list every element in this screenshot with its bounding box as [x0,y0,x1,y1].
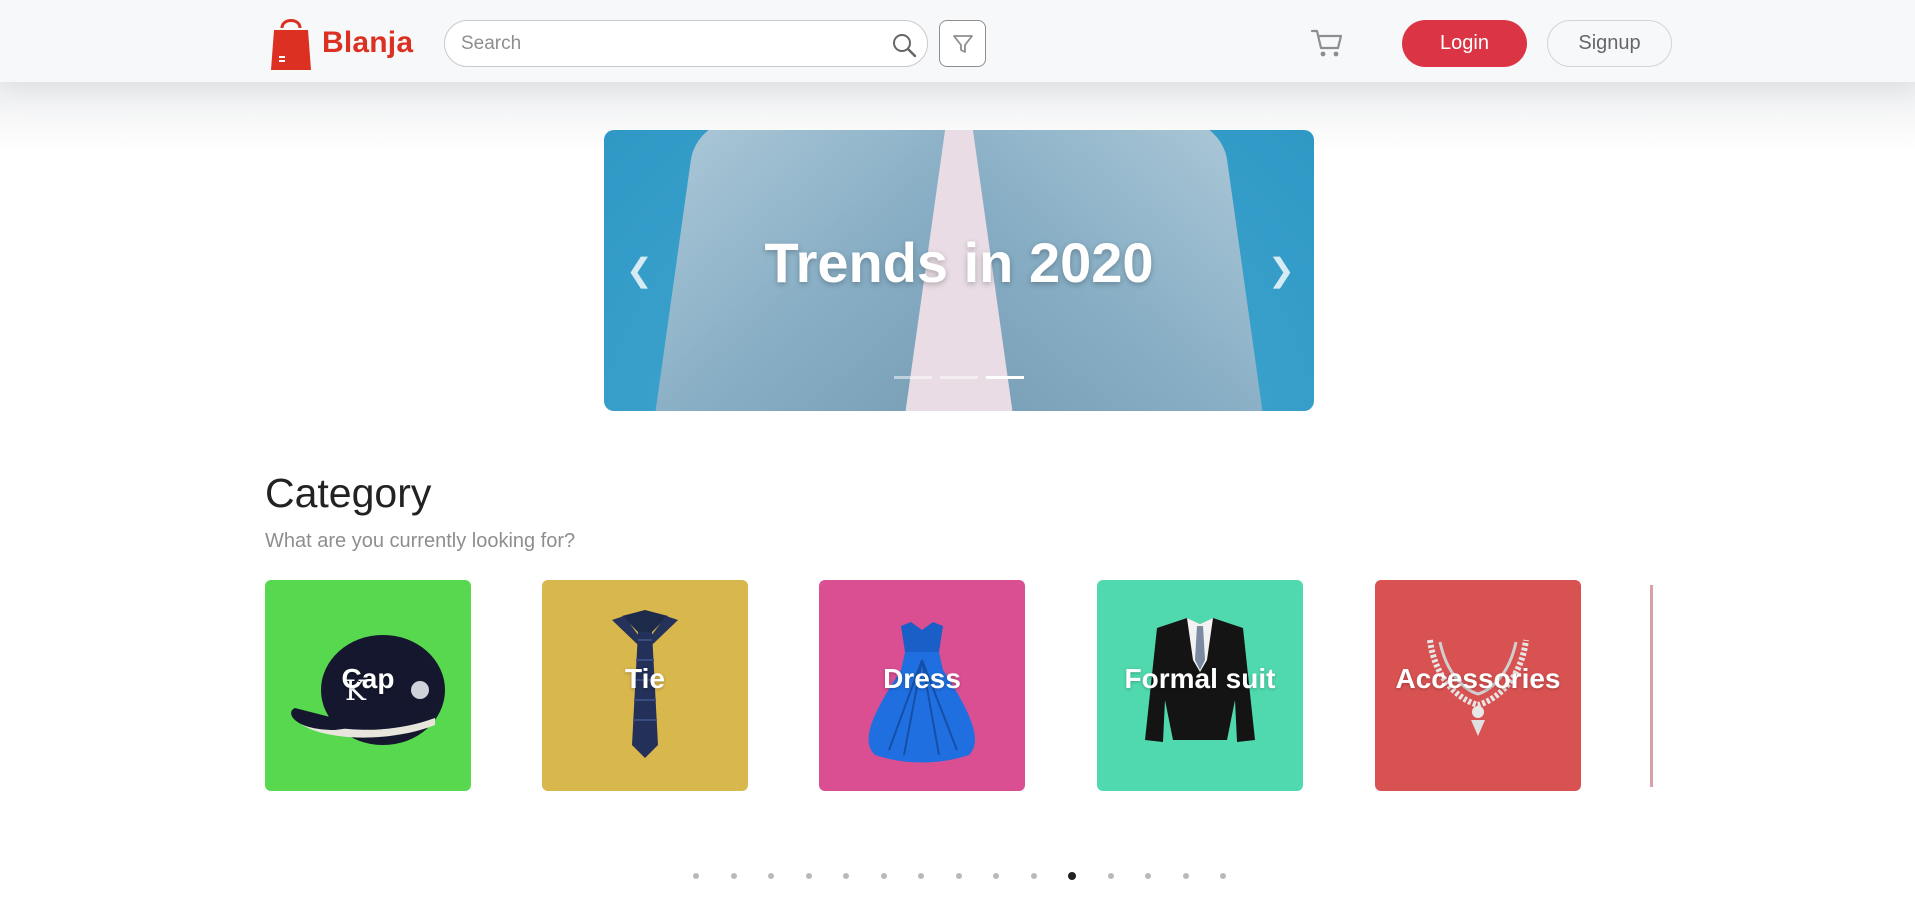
cart-icon[interactable] [1310,26,1344,60]
carousel-indicator[interactable] [940,376,978,379]
category-card-accessories[interactable]: Accessories [1375,580,1581,791]
carousel-indicators [894,376,1024,379]
category-label: Dress [883,663,961,694]
carousel-indicator[interactable] [894,376,932,379]
navbar: Blanja Login Signup [0,0,1915,82]
filter-button[interactable] [939,20,986,67]
category-list: K Cap Tie Dress Formal suit Accessories [265,580,1655,793]
pagination-dot[interactable] [993,873,999,879]
category-label: Tie [625,663,665,694]
filter-icon [952,34,973,53]
brand-logo[interactable]: Blanja [270,14,413,72]
category-card-formal-suit[interactable]: Formal suit [1097,580,1303,791]
pagination-dot[interactable] [730,873,737,879]
category-subtitle: What are you currently looking for? [265,530,576,552]
search-box [444,20,928,67]
pagination-dot[interactable] [955,873,962,879]
hero-carousel[interactable]: Trends in 2020 ❮ ❯ [604,130,1314,411]
pagination-dot[interactable] [1107,873,1114,879]
pagination-dot[interactable] [880,873,887,879]
signup-button[interactable]: Signup [1547,20,1672,67]
pagination-dot[interactable] [843,873,849,879]
category-card-dress[interactable]: Dress [819,580,1025,791]
pagination-dot[interactable] [1220,873,1226,879]
category-label: Cap [341,663,395,694]
login-button[interactable]: Login [1402,20,1527,67]
pagination-dot-active[interactable] [1068,872,1076,880]
pagination-dot[interactable] [805,873,812,879]
pagination-dot[interactable] [768,873,774,879]
pagination-dot[interactable] [1145,873,1151,879]
category-card-cap[interactable]: K Cap [265,580,471,791]
carousel-indicator-active[interactable] [986,376,1024,379]
category-card-tie[interactable]: Tie [542,580,748,791]
category-label: Formal suit [1124,663,1276,694]
category-title: Category [265,470,432,516]
pagination-dot[interactable] [1030,873,1037,879]
search-input[interactable] [461,21,861,66]
pagination-dot[interactable] [918,873,924,879]
search-icon[interactable] [891,32,917,58]
pagination-dot[interactable] [1182,873,1189,879]
pagination-dot[interactable] [693,873,699,879]
category-label: Accessories [1395,663,1561,694]
brand-name: Blanja [322,26,414,59]
carousel-next-icon[interactable]: ❯ [1268,252,1295,288]
hero-title: Trends in 2020 [764,231,1154,294]
shopping-bag-icon [271,19,311,70]
category-pagination [693,872,1226,880]
category-card-partial[interactable] [1650,585,1653,787]
carousel-prev-icon[interactable]: ❮ [626,252,653,288]
